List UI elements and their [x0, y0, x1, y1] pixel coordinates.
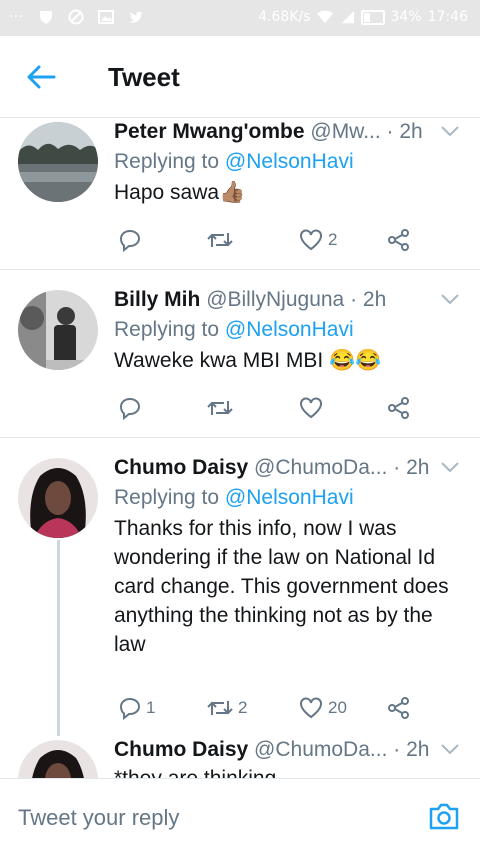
avatar[interactable]: [18, 458, 98, 538]
user-handle[interactable]: @ChumoDa...: [254, 738, 387, 761]
back-arrow-icon[interactable]: [24, 62, 58, 92]
replying-to: Replying to @NelsonHavi: [114, 146, 464, 178]
reply-icon: [119, 229, 141, 252]
shield-notification-icon: [38, 9, 54, 25]
heart-icon: [300, 397, 322, 419]
tweet-header: Chumo Daisy @ChumoDa... · 2h: [114, 454, 464, 482]
camera-icon[interactable]: [428, 801, 460, 831]
share-button[interactable]: [386, 396, 412, 420]
replying-to: Replying to @NelsonHavi: [114, 482, 464, 514]
reply-tweet[interactable]: Billy Mih @BillyNjuguna · 2h Replying to…: [0, 270, 480, 438]
replying-to-label: Replying to: [114, 150, 225, 173]
share-icon: [388, 397, 409, 419]
share-icon: [388, 229, 409, 251]
tweet-header: Peter Mwang'ombe @Mw... · 2h: [114, 118, 464, 146]
network-speed: 4.68K/s: [258, 9, 311, 25]
thread-connector: [57, 540, 60, 736]
replying-to-label: Replying to: [114, 486, 225, 509]
tweet-header: Chumo Daisy @ChumoDa... · 2h: [114, 736, 464, 764]
replying-to-label: Replying to: [114, 318, 225, 341]
chevron-down-icon[interactable]: [440, 292, 460, 306]
avatar[interactable]: [18, 122, 98, 202]
retweet-icon: [207, 701, 233, 715]
like-count: 20: [328, 698, 347, 717]
image-notification-icon: [98, 9, 114, 25]
tweet-actions: 2: [114, 228, 414, 258]
timestamp: · 2h: [393, 738, 430, 761]
reply-button[interactable]: 1: [118, 696, 155, 720]
like-button[interactable]: 20: [298, 696, 347, 720]
like-button[interactable]: [298, 396, 328, 420]
tweet-text: Waweke kwa MBI MBI 😂😂: [114, 349, 382, 372]
like-button[interactable]: 2: [298, 228, 337, 252]
reply-tweet[interactable]: Chumo Daisy @ChumoDa... · 2h Replying to…: [0, 438, 480, 736]
user-handle[interactable]: @Mw...: [310, 120, 380, 143]
mention-link[interactable]: @NelsonHavi: [225, 318, 354, 341]
tweet-text: *they are thinking: [114, 764, 464, 778]
replies-feed[interactable]: Peter Mwang'ombe @Mw... · 2h Replying to…: [0, 118, 480, 778]
share-button[interactable]: [386, 228, 412, 252]
battery-percent: 34%: [390, 9, 422, 25]
retweet-count: 2: [238, 698, 248, 717]
retweet-button[interactable]: 2: [206, 696, 247, 720]
battery-icon: [360, 9, 385, 25]
heart-icon: [300, 697, 322, 719]
more-dots-icon: ···: [9, 9, 23, 25]
wifi-icon: [316, 9, 333, 25]
reply-input[interactable]: Tweet your reply: [18, 805, 179, 831]
reply-tweet[interactable]: Peter Mwang'ombe @Mw... · 2h Replying to…: [0, 118, 480, 270]
heart-icon: [300, 229, 322, 251]
tweet-header: Billy Mih @BillyNjuguna · 2h: [114, 286, 464, 314]
display-name[interactable]: Chumo Daisy: [114, 738, 248, 761]
retweet-button[interactable]: [206, 396, 238, 420]
chevron-down-icon[interactable]: [440, 742, 460, 756]
blocked-notification-icon: [68, 9, 84, 25]
status-bar: ··· 4.68K/s 34% 17:46: [0, 0, 480, 36]
timestamp: · 2h: [350, 288, 387, 311]
replying-to: Replying to @NelsonHavi: [114, 314, 464, 346]
reply-icon: [119, 397, 141, 420]
reply-tweet[interactable]: Chumo Daisy @ChumoDa... · 2h *they are t…: [0, 736, 480, 778]
user-handle[interactable]: @BillyNjuguna: [206, 288, 344, 311]
display-name[interactable]: Peter Mwang'ombe: [114, 120, 305, 143]
tweet-actions: [114, 396, 414, 426]
retweet-icon: [207, 233, 233, 247]
like-count: 2: [328, 230, 338, 249]
chevron-down-icon[interactable]: [440, 460, 460, 474]
display-name[interactable]: Chumo Daisy: [114, 456, 248, 479]
page-title: Tweet: [108, 62, 180, 92]
mention-link[interactable]: @NelsonHavi: [225, 150, 354, 173]
twitter-notification-icon: [128, 9, 144, 25]
tweet-text: Hapo sawa👍🏽: [114, 181, 246, 204]
top-app-bar: Tweet: [0, 36, 480, 118]
avatar[interactable]: [18, 740, 98, 778]
timestamp: · 2h: [393, 456, 430, 479]
chevron-down-icon[interactable]: [440, 124, 460, 138]
reply-count: 1: [146, 698, 156, 717]
share-icon: [388, 697, 409, 719]
reply-icon: [119, 697, 141, 720]
reply-composer[interactable]: Tweet your reply: [0, 778, 480, 854]
user-handle[interactable]: @ChumoDa...: [254, 456, 387, 479]
tweet-actions: 1 2 20: [114, 696, 414, 726]
tweet-text: Thanks for this info, now I was wonderin…: [114, 517, 449, 656]
timestamp: · 2h: [386, 120, 423, 143]
share-button[interactable]: [386, 696, 412, 720]
reply-button[interactable]: [118, 396, 146, 420]
clock: 17:46: [427, 9, 468, 25]
retweet-icon: [207, 401, 233, 415]
display-name[interactable]: Billy Mih: [114, 288, 200, 311]
avatar[interactable]: [18, 290, 98, 370]
mention-link[interactable]: @NelsonHavi: [225, 486, 354, 509]
reply-button[interactable]: [118, 228, 146, 252]
retweet-button[interactable]: [206, 228, 238, 252]
signal-icon: [339, 9, 355, 25]
